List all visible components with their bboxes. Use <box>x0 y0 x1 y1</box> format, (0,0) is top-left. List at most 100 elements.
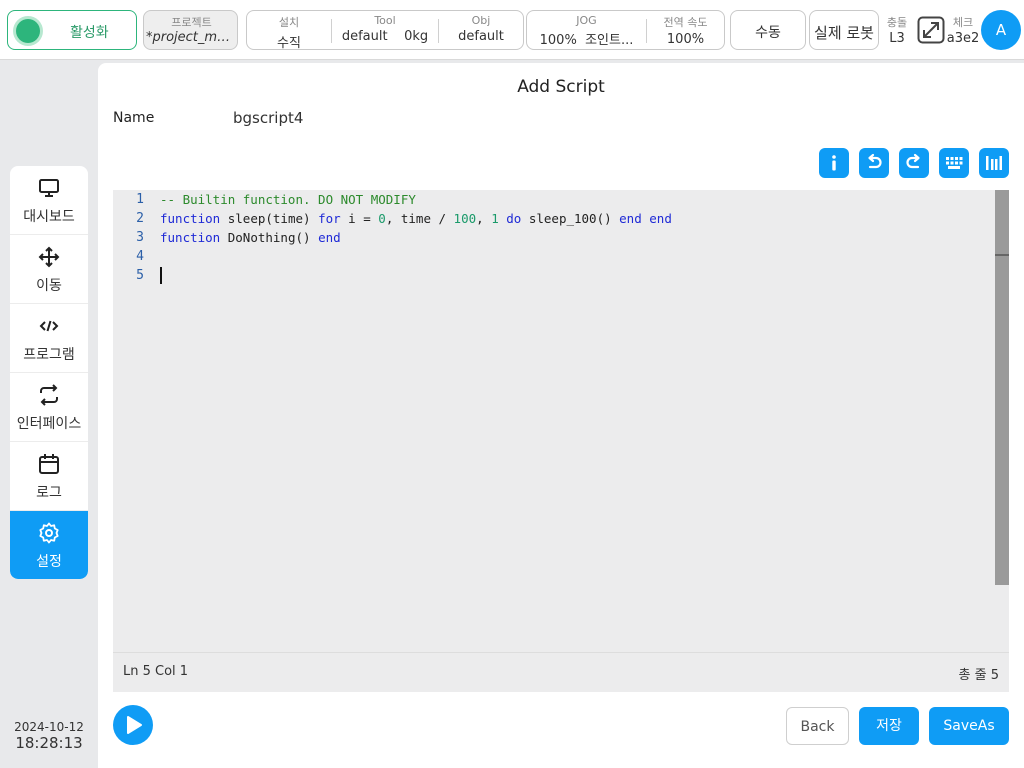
redo-icon <box>906 153 920 169</box>
avatar[interactable]: A <box>981 10 1021 50</box>
script-editor-panel: Add Script Name bgscript4 1 2 3 4 5 -- B… <box>98 63 1024 768</box>
play-icon <box>127 716 142 734</box>
tool-cell: Tool default 0kg <box>332 14 438 44</box>
code-editor[interactable]: 1 2 3 4 5 -- Builtin function. DO NOT MO… <box>113 190 1009 652</box>
name-label: Name <box>113 110 155 126</box>
code-number: 100 <box>453 211 477 226</box>
code-number: 0 <box>378 211 386 226</box>
monitor-icon <box>39 179 59 197</box>
activate-label: 활성화 <box>70 25 109 41</box>
global-speed-value: 100% <box>666 32 705 47</box>
obj-title: Obj <box>471 14 491 27</box>
info-icon <box>832 155 836 171</box>
cursor-position: Ln 5 Col 1 <box>123 664 189 679</box>
top-bar: 활성화 프로젝트 *project_mo... 설치 수직 Tool defau… <box>0 0 1024 60</box>
undo-button[interactable] <box>859 148 889 178</box>
editor-status-bar: Ln 5 Col 1 총 줄 5 <box>113 652 1009 692</box>
code-line-2: function sleep(time) for i = 0, time / 1… <box>160 211 672 226</box>
expand-icon[interactable] <box>917 16 945 44</box>
save-button[interactable]: 저장 <box>859 707 919 745</box>
project-title: 프로젝트 <box>171 16 212 29</box>
back-button[interactable]: Back <box>786 707 849 745</box>
tool-name: default <box>341 29 388 44</box>
gear-icon <box>39 522 59 544</box>
global-speed-title: 전역 속도 <box>663 16 708 29</box>
jog-cell: JOG 100% 조인트... <box>527 14 646 48</box>
scrollbar-cursor-marker <box>995 254 1009 256</box>
code-keyword: end <box>318 230 341 245</box>
sidebar-item-program[interactable]: 프로그램 <box>10 304 88 373</box>
code-text: , <box>476 211 492 226</box>
check-title: 체크 <box>952 16 974 29</box>
sidebar-item-interface[interactable]: 인터페이스 <box>10 373 88 442</box>
line-number: 1 <box>136 192 144 207</box>
keyboard-button[interactable] <box>939 148 969 178</box>
collision-indicator[interactable]: 충돌 L3 <box>882 14 912 46</box>
code-keyword: end <box>619 211 642 226</box>
code-keyword: do <box>506 211 522 226</box>
real-robot-label: 실제 로봇 <box>814 24 874 42</box>
manual-label: 수동 <box>755 25 781 41</box>
scrollbar-thumb[interactable] <box>995 190 1009 585</box>
keyboard-icon <box>946 157 963 169</box>
sidebar-item-label: 대시보드 <box>23 209 75 225</box>
code-line-3: function DoNothing() end <box>160 230 341 245</box>
sidebar-item-label: 설정 <box>36 554 62 570</box>
sidebar-item-settings[interactable]: 설정 <box>10 511 88 579</box>
current-date: 2024-10-12 <box>14 720 84 734</box>
check-value: a3e2 <box>946 31 980 46</box>
code-line-1: -- Builtin function. DO NOT MODIFY <box>160 192 416 207</box>
jog-panel[interactable]: JOG 100% 조인트... 전역 속도 100% <box>526 10 725 50</box>
code-comment: -- Builtin function. DO NOT MODIFY <box>160 192 416 207</box>
jog-speed: 100% <box>539 33 577 48</box>
calendar-icon <box>39 454 59 474</box>
line-number-gutter: 1 2 3 4 5 <box>113 190 155 652</box>
code-keyword: function <box>160 211 221 226</box>
save-as-button[interactable]: SaveAs <box>929 707 1009 745</box>
install-panel[interactable]: 설치 수직 Tool default 0kg Obj default <box>246 10 524 51</box>
code-text: DoNothing() <box>220 230 319 245</box>
script-name-field[interactable]: bgscript4 <box>233 109 303 127</box>
activate-toggle[interactable]: 활성화 <box>7 10 137 50</box>
code-icon <box>39 320 59 332</box>
obj-cell: Obj default <box>439 14 523 44</box>
code-text: sleep_100() <box>521 211 620 226</box>
sidebar-item-label: 인터페이스 <box>16 416 82 432</box>
check-indicator[interactable]: 체크 a3e2 <box>946 14 980 46</box>
jog-mode: 조인트... <box>585 33 634 48</box>
redo-button[interactable] <box>899 148 929 178</box>
line-number: 4 <box>136 249 144 264</box>
manual-mode-button[interactable]: 수동 <box>730 10 806 50</box>
sidebar: 대시보드 이동 프로그램 인터페이스 로그 설정 <box>10 166 88 579</box>
run-script-button[interactable] <box>113 705 153 745</box>
line-number: 3 <box>136 230 144 245</box>
jog-value: 100% 조인트... <box>527 29 646 48</box>
text-cursor <box>160 267 162 284</box>
sidebar-item-log[interactable]: 로그 <box>10 442 88 511</box>
code-keyword: end <box>649 211 672 226</box>
code-number: 1 <box>491 211 499 226</box>
code-text: sleep(time) <box>220 211 319 226</box>
project-selector[interactable]: 프로젝트 *project_mo... <box>143 10 238 50</box>
info-button[interactable] <box>819 148 849 178</box>
global-speed-cell: 전역 속도 100% <box>647 14 724 47</box>
install-cell: 설치 수직 <box>247 14 331 51</box>
install-value: 수직 <box>277 36 301 51</box>
collision-title: 충돌 <box>886 16 908 29</box>
code-text: , time / <box>385 211 454 226</box>
real-robot-button[interactable]: 실제 로봇 <box>809 10 879 50</box>
install-title: 설치 <box>278 16 300 29</box>
sidebar-item-move[interactable]: 이동 <box>10 235 88 304</box>
tool-weight: 0kg <box>404 29 429 44</box>
page-title: Add Script <box>517 77 605 97</box>
project-name: *project_mo... <box>146 30 237 45</box>
sidebar-item-dashboard[interactable]: 대시보드 <box>10 166 88 235</box>
code-keyword: for <box>318 211 341 226</box>
format-button[interactable] <box>979 148 1009 178</box>
line-number: 2 <box>136 211 144 226</box>
jog-title: JOG <box>576 14 597 27</box>
swap-icon <box>40 384 58 406</box>
code-keyword: function <box>160 230 221 245</box>
sidebar-item-label: 이동 <box>36 278 62 294</box>
current-time: 18:28:13 <box>15 734 83 752</box>
